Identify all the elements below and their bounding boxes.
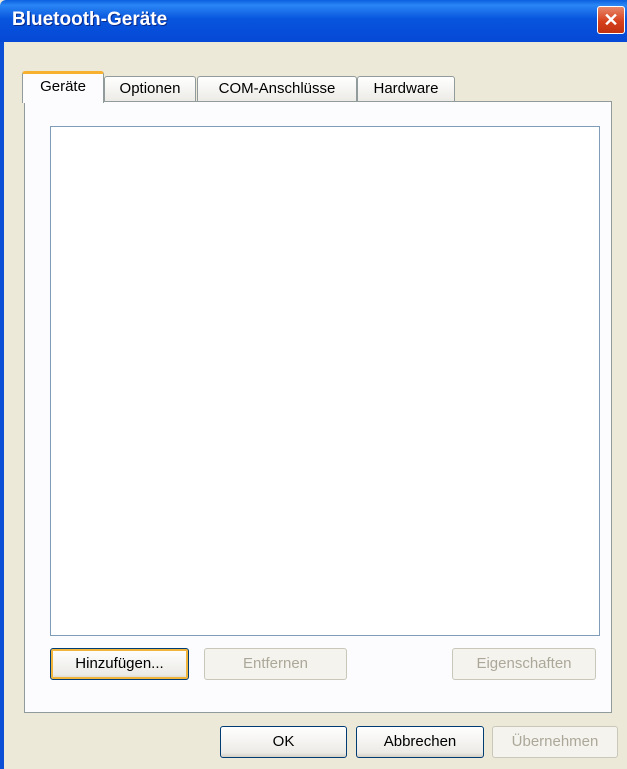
add-button[interactable]: Hinzufügen... <box>50 648 189 680</box>
dialog-body: Geräte Optionen COM-Anschlüsse Hardware … <box>4 42 627 769</box>
cancel-button[interactable]: Abbrechen <box>356 726 484 758</box>
device-list[interactable] <box>50 126 600 636</box>
bluetooth-devices-dialog: Bluetooth-Geräte ✕ Geräte Optionen COM-A… <box>0 0 627 769</box>
window-title: Bluetooth-Geräte <box>12 9 168 30</box>
close-icon: ✕ <box>603 10 619 30</box>
close-button[interactable]: ✕ <box>597 6 625 34</box>
tab-optionen[interactable]: Optionen <box>104 76 196 101</box>
apply-button-label: Übernehmen <box>511 733 599 750</box>
properties-button[interactable]: Eigenschaften <box>452 648 596 680</box>
remove-button[interactable]: Entfernen <box>204 648 347 680</box>
cancel-button-label: Abbrechen <box>383 733 457 750</box>
tab-label: Hardware <box>373 80 439 97</box>
tab-panel-geraete: Hinzufügen... Entfernen Eigenschaften <box>24 101 612 713</box>
ok-button-label: OK <box>272 733 295 750</box>
add-button-label: Hinzufügen... <box>75 655 164 672</box>
tab-label: Optionen <box>119 80 181 97</box>
title-bar[interactable]: Bluetooth-Geräte ✕ <box>0 0 627 42</box>
tab-geraete[interactable]: Geräte <box>22 71 104 103</box>
tab-label: COM-Anschlüsse <box>218 80 336 97</box>
apply-button[interactable]: Übernehmen <box>492 726 618 758</box>
remove-button-label: Entfernen <box>242 655 309 672</box>
properties-button-label: Eigenschaften <box>476 655 572 672</box>
tab-label: Geräte <box>40 78 86 95</box>
tab-com-anschluesse[interactable]: COM-Anschlüsse <box>197 76 357 101</box>
ok-button[interactable]: OK <box>220 726 347 758</box>
tab-hardware[interactable]: Hardware <box>357 76 455 101</box>
